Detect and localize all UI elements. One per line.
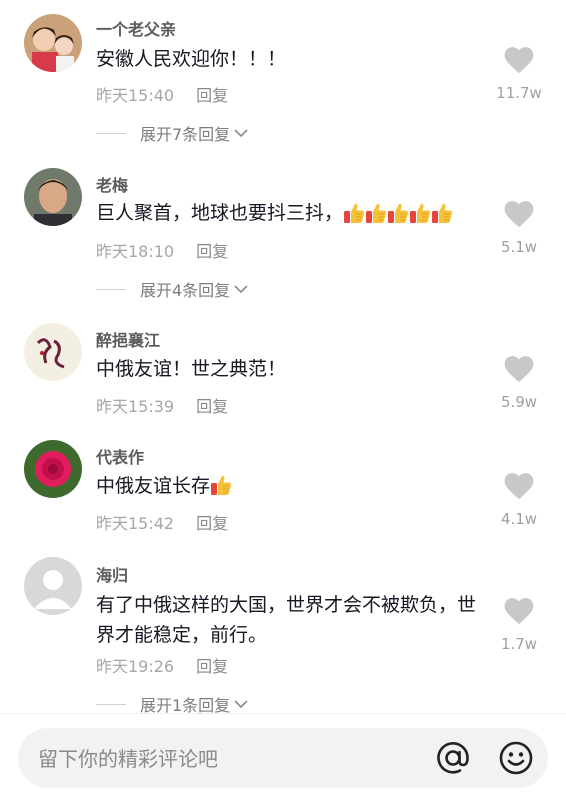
reply-button[interactable]: 回复 — [196, 242, 228, 261]
comment-input-bar — [0, 713, 566, 801]
avatar[interactable] — [24, 14, 82, 72]
like-button[interactable]: 5.9w — [492, 355, 546, 411]
chevron-down-icon — [234, 699, 248, 709]
reply-button[interactable]: 回复 — [196, 514, 228, 533]
comment-meta: 昨天19:26 回复 — [96, 653, 228, 677]
heart-icon — [504, 46, 534, 74]
chevron-down-icon — [234, 128, 248, 138]
comment-text: 有了中俄这样的大国，世界才会不被欺负，世界才能稳定，前行。 — [96, 594, 477, 646]
divider-line — [96, 703, 126, 705]
comment-text: 巨人聚首，地球也要抖三抖， — [96, 198, 486, 229]
avatar[interactable] — [24, 557, 82, 615]
heart-icon — [504, 200, 534, 228]
mention-button[interactable] — [433, 738, 473, 778]
comment-text: 安徽人民欢迎你！！！ — [96, 48, 287, 70]
thumbs-up-emoji-group — [343, 199, 453, 229]
chevron-down-icon — [234, 284, 248, 294]
username[interactable]: 海归 — [96, 562, 128, 586]
thumbs-up-icon — [365, 202, 387, 224]
divider-line — [96, 132, 126, 134]
thumbs-up-icon — [387, 202, 409, 224]
comment-meta: 昨天18:10 回复 — [96, 238, 228, 262]
timestamp: 昨天19:26 — [96, 657, 175, 676]
thumbs-up-icon — [409, 202, 431, 224]
like-button[interactable]: 11.7w — [492, 46, 546, 102]
comment-meta: 昨天15:40 回复 — [96, 82, 228, 106]
comment-input[interactable] — [36, 738, 420, 780]
username[interactable]: 醉挹襄江 — [96, 327, 160, 351]
comment-text-body: 巨人聚首，地球也要抖三抖， — [96, 202, 344, 224]
timestamp: 昨天18:10 — [96, 242, 175, 261]
avatar[interactable] — [24, 440, 82, 498]
like-count: 1.7w — [500, 635, 538, 653]
avatar[interactable] — [24, 168, 82, 226]
username[interactable]: 代表作 — [96, 444, 144, 468]
thumbs-up-icon — [343, 202, 365, 224]
username[interactable]: 老梅 — [96, 172, 128, 196]
timestamp: 昨天15:40 — [96, 86, 175, 105]
like-count: 5.1w — [500, 238, 538, 256]
expand-replies-label: 展开4条回复 — [140, 281, 231, 300]
comment-input-container[interactable] — [18, 728, 548, 788]
comment-text: 中俄友谊！世之典范！ — [96, 358, 287, 380]
like-count: 5.9w — [500, 393, 538, 411]
timestamp: 昨天15:39 — [96, 397, 175, 416]
reply-button[interactable]: 回复 — [196, 397, 228, 416]
like-button[interactable]: 4.1w — [492, 472, 546, 528]
comment-meta: 昨天15:39 回复 — [96, 393, 228, 417]
at-icon — [437, 742, 469, 774]
comment-text: 中俄友谊长存 — [96, 471, 486, 501]
expand-replies-label: 展开7条回复 — [140, 125, 231, 144]
timestamp: 昨天15:42 — [96, 514, 175, 533]
like-button[interactable]: 1.7w — [492, 597, 546, 653]
divider-line — [96, 288, 126, 290]
comment-text-body: 中俄友谊长存 — [96, 475, 211, 497]
like-count: 4.1w — [500, 510, 538, 528]
expand-replies-button[interactable]: 展开7条回复 — [96, 121, 248, 145]
comment-meta: 昨天15:42 回复 — [96, 510, 228, 534]
heart-icon — [504, 355, 534, 383]
reply-button[interactable]: 回复 — [196, 86, 228, 105]
expand-replies-button[interactable]: 展开4条回复 — [96, 277, 248, 301]
like-count: 11.7w — [496, 84, 542, 102]
thumbs-up-icon — [210, 474, 232, 496]
heart-icon — [504, 472, 534, 500]
username[interactable]: 一个老父亲 — [96, 16, 176, 40]
heart-icon — [504, 597, 534, 625]
reply-button[interactable]: 回复 — [196, 657, 228, 676]
thumbs-up-icon — [431, 202, 453, 224]
smiley-icon — [499, 741, 533, 775]
emoji-button[interactable] — [496, 738, 536, 778]
avatar[interactable] — [24, 323, 82, 381]
like-button[interactable]: 5.1w — [492, 200, 546, 256]
